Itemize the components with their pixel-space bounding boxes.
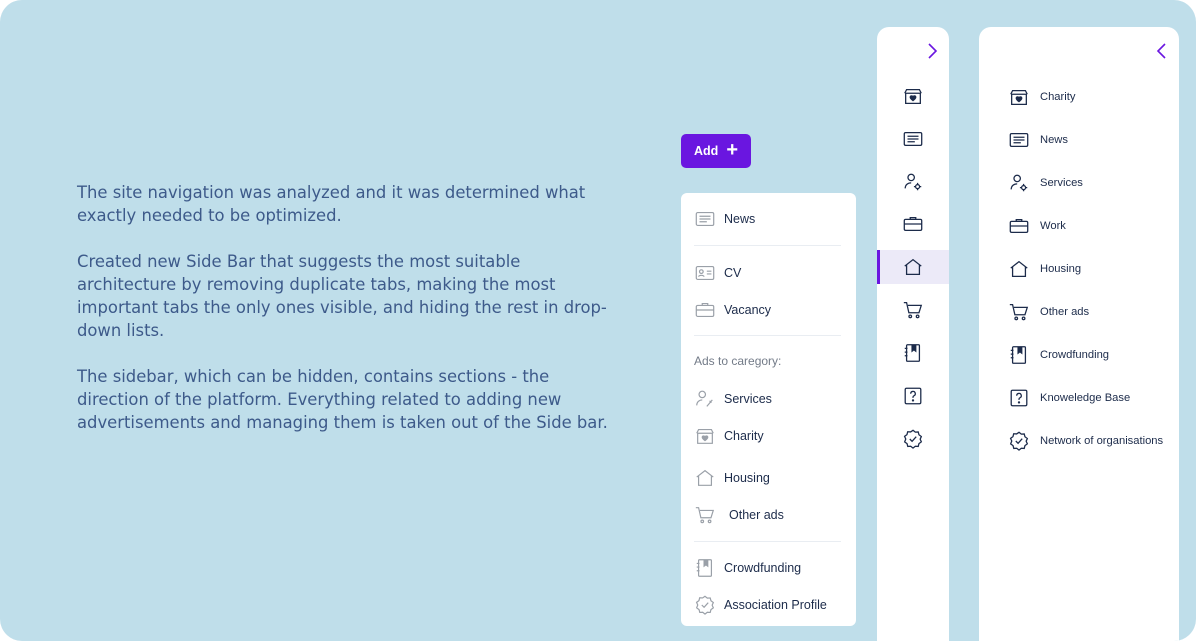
dropdown-item-label: Services bbox=[724, 392, 772, 406]
rail-item-network[interactable] bbox=[877, 422, 949, 456]
chevron-right-icon[interactable] bbox=[925, 42, 939, 60]
news-icon bbox=[903, 131, 923, 147]
charity-box-icon bbox=[1010, 89, 1028, 105]
notebook-icon bbox=[904, 344, 921, 362]
dropdown-item-housing[interactable]: Housing bbox=[694, 467, 770, 489]
cart-icon bbox=[1009, 304, 1029, 321]
add-dropdown-menu: News CV Vacancy Ads to caregory: Service… bbox=[681, 193, 856, 626]
description-paragraph-2: Created new Side Bar that suggests the m… bbox=[77, 252, 607, 340]
home-icon bbox=[696, 469, 714, 486]
home-icon bbox=[1010, 260, 1028, 277]
charity-box-icon bbox=[696, 428, 714, 444]
sidebar-item-other-ads[interactable]: Other ads bbox=[1008, 301, 1089, 323]
dropdown-item-label: Vacancy bbox=[724, 303, 772, 317]
badge-check-icon bbox=[1009, 431, 1029, 451]
badge-check-icon bbox=[695, 595, 715, 615]
sidebar-item-label: Knoweledge Base bbox=[1040, 392, 1131, 404]
sidebar-item-label: Work bbox=[1040, 220, 1066, 232]
rail-item-services[interactable] bbox=[877, 165, 949, 199]
sidebar-item-label: News bbox=[1040, 134, 1068, 146]
plus-icon: + bbox=[726, 139, 738, 161]
dropdown-item-label: News bbox=[724, 212, 756, 226]
chevron-left-icon[interactable] bbox=[1155, 42, 1169, 60]
rail-item-charity[interactable] bbox=[877, 79, 949, 113]
add-button-label: Add bbox=[694, 144, 719, 158]
sidebar-item-label: Crowdfunding bbox=[1040, 349, 1110, 361]
sidebar-item-label: Network of organisations bbox=[1040, 435, 1164, 447]
description-paragraph-1: The site navigation was analyzed and it … bbox=[77, 183, 586, 225]
add-button[interactable]: Add + bbox=[681, 134, 751, 168]
dropdown-item-label: Crowdfunding bbox=[724, 561, 802, 575]
services-icon bbox=[1010, 174, 1028, 192]
sidebar-item-label: Housing bbox=[1040, 263, 1082, 275]
question-icon bbox=[904, 387, 922, 405]
dropdown-item-label: Housing bbox=[724, 471, 770, 485]
sidebar-item-label: Other ads bbox=[1040, 306, 1090, 318]
sidebar-item-charity[interactable]: Charity bbox=[1008, 86, 1075, 108]
ads-category-caption: Ads to caregory: bbox=[694, 354, 782, 368]
services-icon bbox=[904, 173, 922, 191]
rail-item-other-ads[interactable] bbox=[877, 293, 949, 327]
dropdown-item-label: CV bbox=[724, 266, 742, 280]
dropdown-item-label: Other ads bbox=[729, 508, 784, 522]
dropdown-item-charity[interactable]: Charity bbox=[694, 425, 764, 447]
news-icon bbox=[1009, 132, 1029, 148]
rail-item-knowledge-base[interactable] bbox=[877, 379, 949, 413]
services-icon bbox=[696, 390, 713, 407]
sidebar-item-knowledge-base[interactable]: Knoweledge Base bbox=[1008, 387, 1130, 409]
dropdown-item-cv[interactable]: CV bbox=[694, 262, 741, 284]
notebook-icon bbox=[696, 559, 713, 577]
divider bbox=[694, 245, 841, 246]
briefcase-icon bbox=[1009, 218, 1029, 234]
briefcase-icon bbox=[695, 302, 715, 318]
sidebar-item-crowdfunding[interactable]: Crowdfunding bbox=[1008, 344, 1109, 366]
sidebar-item-news[interactable]: News bbox=[1008, 129, 1068, 151]
dropdown-item-label: Charity bbox=[724, 429, 764, 443]
rail-item-crowdfunding[interactable] bbox=[877, 336, 949, 370]
id-card-icon bbox=[695, 265, 715, 281]
sidebar-item-network[interactable]: Network of organisations bbox=[1008, 430, 1163, 452]
sidebar-item-services[interactable]: Services bbox=[1008, 172, 1083, 194]
description-text: The site navigation was analyzed and it … bbox=[77, 181, 617, 457]
dropdown-item-services[interactable]: Services bbox=[694, 388, 772, 410]
cart-icon bbox=[695, 507, 715, 524]
home-icon bbox=[904, 258, 922, 275]
dropdown-item-other-ads[interactable]: Other ads bbox=[694, 504, 784, 526]
charity-box-icon bbox=[904, 88, 922, 104]
dropdown-item-vacancy[interactable]: Vacancy bbox=[694, 299, 771, 321]
rail-item-news[interactable] bbox=[877, 122, 949, 156]
rail-item-housing[interactable] bbox=[877, 250, 949, 284]
slide-background: The site navigation was analyzed and it … bbox=[0, 0, 1196, 641]
badge-check-icon bbox=[903, 429, 923, 449]
dropdown-item-label: Association Profile bbox=[724, 598, 827, 612]
divider bbox=[694, 541, 841, 542]
collapsed-sidebar bbox=[877, 27, 949, 641]
divider bbox=[694, 335, 841, 336]
news-icon bbox=[695, 211, 715, 227]
sidebar-item-housing[interactable]: Housing bbox=[1008, 258, 1081, 280]
sidebar-item-label: Charity bbox=[1040, 91, 1076, 103]
dropdown-item-association-profile[interactable]: Association Profile bbox=[694, 594, 827, 616]
description-paragraph-3: The sidebar, which can be hidden, contai… bbox=[77, 367, 608, 432]
sidebar-item-work[interactable]: Work bbox=[1008, 215, 1066, 237]
briefcase-icon bbox=[903, 216, 923, 232]
cart-icon bbox=[903, 302, 923, 319]
rail-item-work[interactable] bbox=[877, 207, 949, 241]
question-icon bbox=[1010, 389, 1028, 407]
notebook-icon bbox=[1010, 346, 1027, 364]
expanded-sidebar: Charity News Services Work Housing Other… bbox=[979, 27, 1179, 641]
sidebar-item-label: Services bbox=[1040, 177, 1083, 189]
dropdown-item-crowdfunding[interactable]: Crowdfunding bbox=[694, 557, 801, 579]
dropdown-item-news[interactable]: News bbox=[694, 208, 755, 230]
